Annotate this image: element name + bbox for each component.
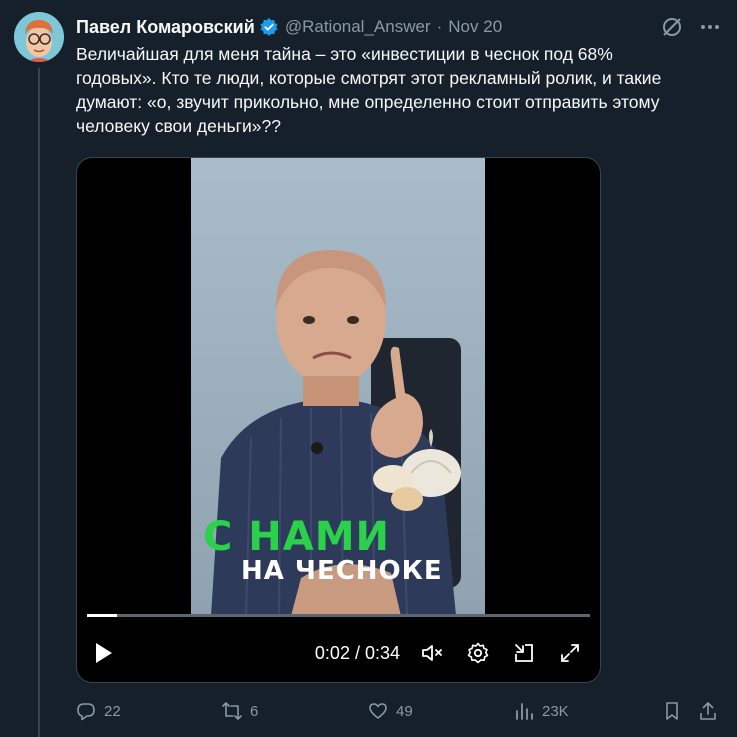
author-avatar[interactable] [14, 12, 64, 62]
author-name[interactable]: Павел Комаровский [76, 17, 255, 38]
reply-button[interactable]: 22 [76, 701, 222, 721]
video-caption-line1: С НАМИ [203, 514, 390, 560]
reply-count: 22 [104, 702, 121, 720]
like-icon [369, 703, 387, 719]
author-handle[interactable]: @Rational_Answer [285, 17, 431, 37]
like-button[interactable]: 49 [368, 701, 514, 721]
grok-icon[interactable] [661, 16, 683, 38]
video-controls: 0:02 / 0:34 [77, 632, 600, 674]
views-button[interactable]: 23K [514, 701, 660, 721]
repost-icon [222, 702, 242, 720]
video-caption-line2: НА ЧЕСНОКЕ [241, 556, 443, 586]
bookmark-button[interactable] [662, 701, 682, 721]
video-player[interactable]: С НАМИ НА ЧЕСНОКЕ 0:02 / 0:34 [76, 157, 601, 683]
video-progress-fill [87, 614, 117, 617]
reply-icon [77, 703, 95, 721]
separator-dot: · [436, 17, 443, 36]
tweet-text: Величайшая для меня тайна – это «инвести… [76, 44, 662, 136]
settings-icon[interactable] [464, 639, 492, 667]
repost-button[interactable]: 6 [222, 701, 368, 721]
share-icon [700, 702, 716, 720]
more-icon[interactable] [699, 16, 721, 38]
like-count: 49 [396, 702, 413, 720]
mute-icon[interactable] [418, 639, 446, 667]
tweet-actions: 22 6 49 23K [76, 697, 722, 725]
video-time: 0:02 / 0:34 [314, 642, 400, 663]
views-icon [516, 703, 533, 720]
repost-count: 6 [250, 702, 259, 720]
tweet-header: Павел Комаровский @Rational_Answer · Nov… [76, 14, 721, 40]
thread-line [38, 68, 40, 737]
verified-badge-icon [259, 17, 279, 37]
fullscreen-icon[interactable] [556, 639, 584, 667]
views-count: 23K [542, 702, 569, 720]
video-progress-bar[interactable] [87, 614, 590, 617]
pip-icon[interactable] [510, 639, 538, 667]
tweet-date[interactable]: Nov 20 [448, 17, 502, 37]
share-button[interactable] [698, 701, 718, 721]
play-icon[interactable] [91, 639, 119, 667]
bookmark-icon [666, 702, 678, 720]
